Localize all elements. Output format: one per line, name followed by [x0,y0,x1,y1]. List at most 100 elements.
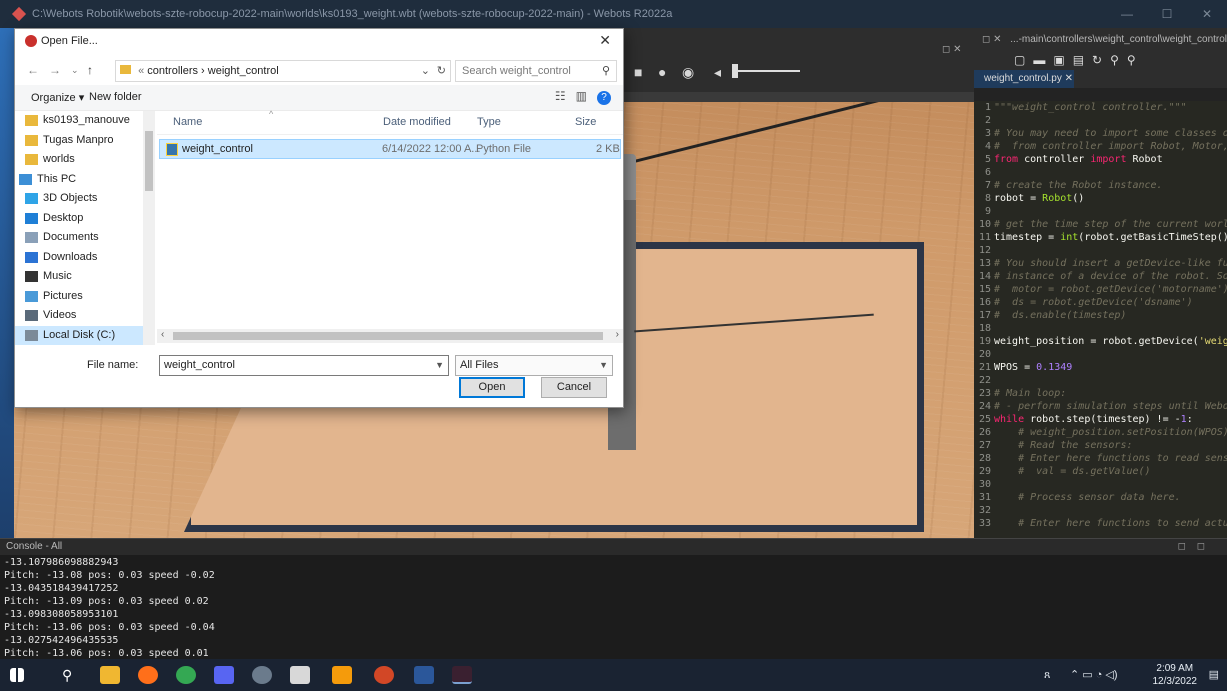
new-folder-button[interactable]: New folder [89,91,142,103]
refresh-icon[interactable]: ↻ [437,61,446,81]
code-line[interactable]: 2 [974,114,1227,127]
back-icon[interactable]: ← [27,63,39,77]
firefox-icon[interactable] [138,666,158,684]
view-float-icon[interactable]: ◻ ✕ [942,44,961,55]
search-box[interactable]: Search weight_control ⚲ [455,60,617,82]
code-line[interactable]: 23 # Main loop: [974,387,1227,400]
open-button[interactable]: Open [459,377,525,398]
code-line[interactable]: 27 # Read the sensors: [974,439,1227,452]
people-icon[interactable]: ጸ [1044,659,1050,691]
code-line[interactable]: 3 # You may need to import some classes o… [974,127,1227,140]
code-line[interactable]: 22 [974,374,1227,387]
up-icon[interactable]: ↑ [87,63,93,77]
clock[interactable]: 2:09 AM 12/3/2022 [1153,662,1198,688]
code-line[interactable]: 14 # instance of a device of the robot. S… [974,270,1227,283]
file-type-filter[interactable]: All Files ▼ [455,355,613,376]
filter-dropdown-icon[interactable]: ▼ [599,356,608,375]
recent-dropdown-icon[interactable]: ⌄ [71,65,79,76]
address-bar[interactable]: « controllers › weight_control ⌄ ↻ [115,60,451,82]
camera-icon[interactable]: ◉ [682,64,694,81]
code-line[interactable]: 26 # weight_position.setPosition(WPOS) [974,426,1227,439]
code-line[interactable]: 1 """weight_control controller.""" [974,101,1227,114]
console-window-controls[interactable]: ◻ ◻ [1178,539,1209,555]
code-line[interactable]: 15 # motor = robot.getDevice('motorname') [974,283,1227,296]
nav-item[interactable]: Pictures [15,287,155,307]
float-icon[interactable]: ◻ ✕ [982,34,1001,45]
cancel-button[interactable]: Cancel [541,377,607,398]
replace-icon[interactable]: ⚲ [1127,53,1144,67]
github-desktop-icon[interactable] [252,666,272,684]
nav-item[interactable]: 3D Objects [15,189,155,209]
file-list-hscrollbar[interactable]: ‹ › [157,329,623,343]
code-line[interactable]: 20 [974,348,1227,361]
nav-item[interactable]: Tugas Manpro [15,131,155,151]
view-menu-icon[interactable]: ☷ [555,89,576,103]
organize-button[interactable]: Organize ▾ [31,91,84,104]
column-size[interactable]: Size [575,116,596,128]
nav-pane-scroll-thumb[interactable] [145,131,153,191]
nav-item[interactable]: worlds [15,150,155,170]
column-date-modified[interactable]: Date modified [383,116,451,128]
nav-item[interactable]: Downloads [15,248,155,268]
nav-item[interactable]: Documents [15,228,155,248]
nav-item[interactable]: Videos [15,306,155,326]
app-orange-icon[interactable] [332,666,352,684]
maximize-icon[interactable]: ☐ [1147,0,1187,28]
revert-icon[interactable]: ↻ [1092,53,1110,67]
nav-item[interactable]: Desktop [15,209,155,229]
address-dropdown-icon[interactable]: ⌄ [421,61,430,81]
code-line[interactable]: 8 robot = Robot() [974,192,1227,205]
volume-slider-track[interactable] [738,70,800,72]
filename-input[interactable]: weight_control ▼ [159,355,449,376]
nav-item[interactable]: ks0193_manouve [15,111,155,131]
column-type[interactable]: Type [477,116,501,128]
code-line[interactable]: 9 [974,205,1227,218]
close-icon[interactable]: ✕ [1187,0,1227,28]
code-line[interactable]: 10 # get the time step of the current wor… [974,218,1227,231]
code-line[interactable]: 12 [974,244,1227,257]
code-line[interactable]: 30 [974,478,1227,491]
preview-pane-icon[interactable]: ▥ [576,89,597,103]
webots-icon[interactable] [290,666,310,684]
minimize-icon[interactable]: — [1107,0,1147,28]
code-line[interactable]: 17 # ds.enable(timestep) [974,309,1227,322]
code-line[interactable]: 4 # from controller import Robot, Motor, … [974,140,1227,153]
code-line[interactable]: 21 WPOS = 0.1349 [974,361,1227,374]
record-icon[interactable]: ● [658,64,666,80]
code-line[interactable]: 16 # ds = robot.getDevice('dsname') [974,296,1227,309]
chrome-icon[interactable] [176,666,196,684]
code-line[interactable]: 19 weight_position = robot.getDevice('wei… [974,335,1227,348]
code-line[interactable]: 25 while robot.step(timestep) != -1: [974,413,1227,426]
windows-start-icon[interactable] [10,668,24,682]
code-line[interactable]: 7 # create the Robot instance. [974,179,1227,192]
code-line[interactable]: 5 from controller import Robot [974,153,1227,166]
discord-icon[interactable] [214,666,234,684]
code-line[interactable]: 18 [974,322,1227,335]
scroll-left-icon[interactable]: ‹ [161,329,164,340]
scroll-right-icon[interactable]: › [616,329,619,340]
file-row[interactable]: weight_control 6/14/2022 12:00 A... Pyth… [159,139,621,159]
dialog-close-icon[interactable]: ✕ [599,32,611,49]
code-area[interactable]: 1 """weight_control controller.""" 2 3 # You… [974,101,1227,538]
help-icon[interactable]: ? [597,91,611,105]
file-explorer-icon[interactable] [100,666,120,684]
nav-item[interactable]: Music [15,267,155,287]
powerpoint-icon[interactable] [374,666,394,684]
word-icon[interactable] [414,666,434,684]
code-line[interactable]: 11 timestep = int(robot.getBasicTimeStep(… [974,231,1227,244]
tab-close-icon[interactable]: ✕ [1065,73,1073,84]
new-file-icon[interactable]: ▢ [1014,53,1033,67]
code-line[interactable]: 24 # - perform simulation steps until Web… [974,400,1227,413]
code-line[interactable]: 6 [974,166,1227,179]
column-name[interactable]: Name [173,116,202,128]
open-folder-icon[interactable]: ▬ [1033,53,1053,67]
tray-icons[interactable]: ⌃ ▭ ◔ ◁) [1070,659,1118,691]
filename-dropdown-icon[interactable]: ▼ [435,356,444,375]
code-line[interactable]: 31 # Process sensor data here. [974,491,1227,504]
tab-weight-control-py[interactable]: weight_control.py ✕ [974,70,1074,88]
code-line[interactable]: 28 # Enter here functions to read sensor [974,452,1227,465]
nav-item[interactable]: Local Disk (C:) [15,325,155,345]
code-line[interactable]: 32 [974,504,1227,517]
notification-icon[interactable]: ▤ [1209,659,1219,691]
webots-running-icon[interactable] [452,666,472,684]
